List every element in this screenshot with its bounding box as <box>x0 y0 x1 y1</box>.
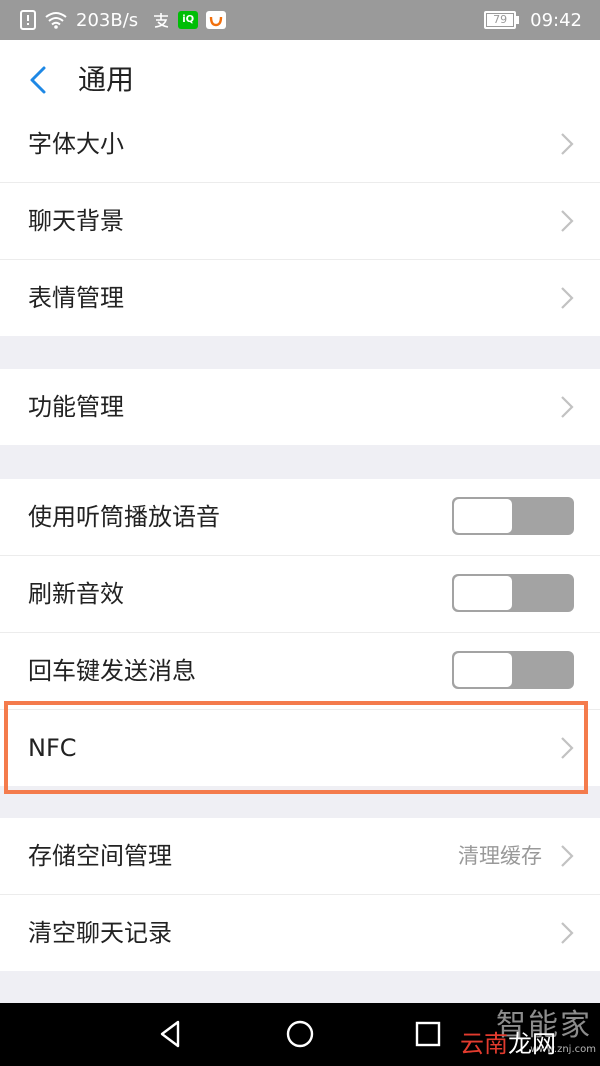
alipay-icon <box>152 11 170 29</box>
emoji-management-row[interactable]: 表情管理 <box>0 260 600 336</box>
status-bar: 203B/s iQ 79 09:42 <box>0 0 600 40</box>
earpiece-playback-row: 使用听筒播放语音 <box>0 479 600 556</box>
battery-indicator: 79 <box>484 11 520 29</box>
toggle-knob <box>454 576 512 610</box>
chevron-right-icon <box>561 922 574 944</box>
chevron-right-icon <box>561 133 574 155</box>
nfc-row[interactable]: NFC <box>0 710 600 786</box>
display-settings-group: 字体大小 聊天背景 表情管理 <box>0 106 600 336</box>
storage-management-row[interactable]: 存储空间管理 清理缓存 <box>0 818 600 895</box>
row-label: 刷新音效 <box>28 580 124 608</box>
back-chevron-icon[interactable] <box>22 62 58 98</box>
storage-group: 存储空间管理 清理缓存 清空聊天记录 <box>0 818 600 971</box>
earpiece-playback-toggle[interactable] <box>452 497 574 535</box>
clear-chat-history-row[interactable]: 清空聊天记录 <box>0 895 600 971</box>
chevron-right-icon <box>561 737 574 759</box>
didi-icon <box>206 11 227 29</box>
chevron-right-icon <box>561 845 574 867</box>
recents-square-icon[interactable] <box>411 1017 445 1051</box>
enter-to-send-toggle[interactable] <box>452 651 574 689</box>
watermark-red: 云南 <box>460 1030 508 1058</box>
watermark-url: www.znj.com <box>530 1044 596 1055</box>
clear-cache-value: 清理缓存 <box>458 844 542 868</box>
row-label: 表情管理 <box>28 284 124 312</box>
home-circle-icon[interactable] <box>283 1017 317 1051</box>
row-label: 功能管理 <box>28 393 124 421</box>
sound-group: 使用听筒播放语音 刷新音效 回车键发送消息 NFC <box>0 479 600 786</box>
toggle-knob <box>454 499 512 533</box>
chevron-right-icon <box>561 396 574 418</box>
sim-alert-icon <box>20 10 36 30</box>
status-time: 09:42 <box>530 9 582 31</box>
font-size-row[interactable]: 字体大小 <box>0 106 600 183</box>
enter-to-send-row: 回车键发送消息 <box>0 633 600 710</box>
iqiyi-icon: iQ <box>178 11 199 29</box>
wifi-icon <box>44 11 68 29</box>
chat-background-row[interactable]: 聊天背景 <box>0 183 600 260</box>
row-label: 清空聊天记录 <box>28 919 172 947</box>
row-label: 聊天背景 <box>28 207 124 235</box>
toggle-knob <box>454 653 512 687</box>
row-label: NFC <box>28 734 77 762</box>
watermark: 智能家 云南龙网 www.znj.com <box>460 1000 600 1062</box>
status-left: 203B/s iQ <box>20 0 227 40</box>
refresh-sound-row: 刷新音效 <box>0 556 600 633</box>
function-group: 功能管理 <box>0 369 600 445</box>
network-speed: 203B/s <box>76 9 139 31</box>
row-label: 回车键发送消息 <box>28 657 196 685</box>
refresh-sound-toggle[interactable] <box>452 574 574 612</box>
chevron-right-icon <box>561 287 574 309</box>
row-label: 使用听筒播放语音 <box>28 503 220 531</box>
back-triangle-icon[interactable] <box>154 1017 188 1051</box>
function-management-row[interactable]: 功能管理 <box>0 369 600 445</box>
row-label: 字体大小 <box>28 130 124 158</box>
row-label: 存储空间管理 <box>28 842 172 870</box>
status-right: 79 09:42 <box>484 0 582 40</box>
chevron-right-icon <box>561 210 574 232</box>
